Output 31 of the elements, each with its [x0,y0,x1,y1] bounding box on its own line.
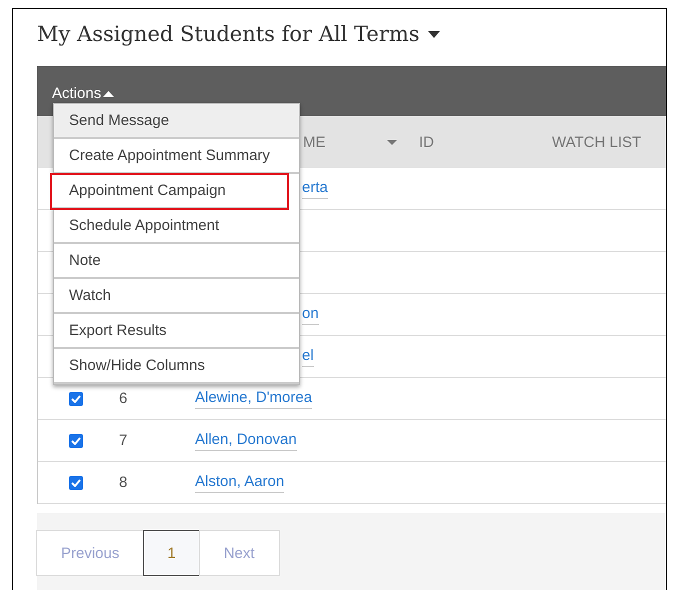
menu-item[interactable]: Appointment Campaign [51,174,288,209]
row-number: 8 [119,474,128,491]
sort-icon[interactable] [387,140,397,144]
student-link[interactable]: el [302,346,314,366]
student-link[interactable]: Allen, Donovan [195,430,297,450]
page-button[interactable]: 1 [143,530,200,576]
menu-item[interactable]: Watch [54,279,299,314]
menu-item[interactable]: Show/Hide Columns [54,349,299,384]
page-button[interactable]: Next [198,530,280,576]
column-header[interactable]: WATCH LIST [552,134,642,150]
page-button[interactable]: Previous [36,530,144,576]
student-link[interactable]: Alston, Aaron [195,472,284,492]
actions-button[interactable]: Actions [52,85,114,102]
row-checkbox[interactable] [69,434,83,448]
student-link[interactable]: erta [302,178,328,198]
student-link[interactable]: on [302,304,319,324]
column-header[interactable]: ID [419,134,434,150]
row-number: 6 [119,390,128,407]
student-link[interactable]: Alewine, D'morea [195,388,312,408]
menu-item[interactable]: Create Appointment Summary [54,139,299,174]
column-header[interactable]: ME [303,134,326,150]
caret-icon[interactable] [428,30,440,38]
page-title: My Assigned Students for All Terms [37,22,420,46]
row-number: 7 [119,432,128,449]
menu-item[interactable]: Note [54,244,299,279]
row-checkbox[interactable] [69,476,83,490]
menu-item[interactable]: Schedule Appointment [54,209,299,244]
caret-icon [103,90,114,96]
menu-item[interactable]: Send Message [54,104,299,139]
row-checkbox[interactable] [69,392,83,406]
menu-item[interactable]: Export Results [54,314,299,349]
